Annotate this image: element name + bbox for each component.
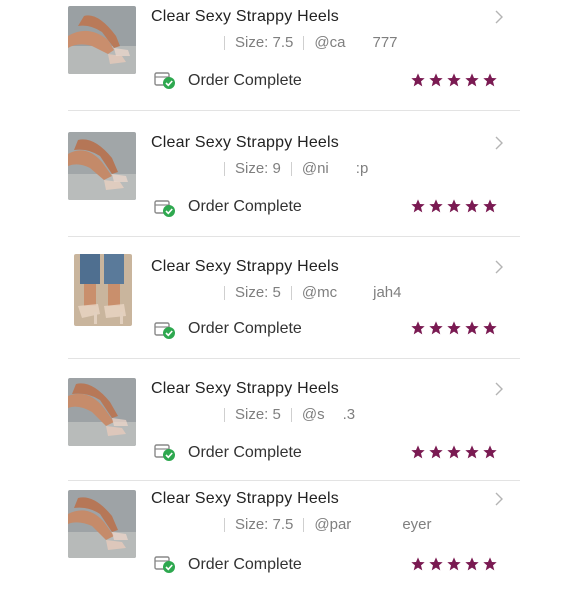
buyer-username: @mc jah4 bbox=[301, 284, 402, 301]
order-complete-icon bbox=[154, 556, 175, 573]
star-icon bbox=[465, 445, 479, 459]
item-title: Clear Sexy Strappy Heels bbox=[151, 8, 339, 25]
star-icon bbox=[465, 73, 479, 87]
star-icon bbox=[429, 321, 443, 335]
chevron-right-icon[interactable] bbox=[494, 382, 504, 396]
item-size: Size: 7.5 bbox=[235, 34, 294, 51]
left-margin bbox=[0, 0, 48, 580]
order-row[interactable]: Clear Sexy Strappy Heels Size: 7.5 @par e… bbox=[48, 484, 532, 604]
meta-separator bbox=[224, 162, 225, 177]
star-icon bbox=[447, 199, 461, 213]
star-icon bbox=[429, 73, 443, 87]
star-icon bbox=[411, 445, 425, 459]
item-meta: Size: 7.5 @par eyer bbox=[214, 516, 432, 533]
order-complete-icon bbox=[154, 200, 175, 217]
right-margin bbox=[532, 0, 580, 580]
buyer-username: @ca 777 bbox=[314, 34, 398, 51]
item-size: Size: 5 bbox=[235, 284, 281, 301]
meta-separator bbox=[303, 518, 305, 533]
star-icon bbox=[447, 73, 461, 87]
star-icon bbox=[411, 321, 425, 335]
meta-separator bbox=[224, 518, 225, 533]
star-icon bbox=[465, 321, 479, 335]
buyer-username: @s .3 bbox=[301, 406, 356, 423]
order-row[interactable]: Clear Sexy Strappy Heels Size: 9 @ni :p O… bbox=[48, 126, 532, 246]
rating-stars bbox=[410, 556, 498, 574]
order-status: Order Complete bbox=[188, 198, 302, 215]
item-size: Size: 5 bbox=[235, 406, 281, 423]
star-icon bbox=[411, 557, 425, 571]
row-divider bbox=[68, 358, 520, 359]
chevron-right-icon[interactable] bbox=[494, 260, 504, 274]
heels-photo-icon[interactable] bbox=[68, 378, 136, 446]
row-divider bbox=[68, 110, 520, 111]
chevron-right-icon[interactable] bbox=[494, 492, 504, 506]
item-title: Clear Sexy Strappy Heels bbox=[151, 258, 339, 275]
item-meta: Size: 5 @s .3 bbox=[214, 406, 355, 423]
star-icon bbox=[429, 445, 443, 459]
star-icon bbox=[429, 199, 443, 213]
meta-separator bbox=[290, 286, 292, 301]
star-icon bbox=[447, 557, 461, 571]
star-icon bbox=[483, 73, 497, 87]
chevron-right-icon[interactable] bbox=[494, 10, 504, 24]
order-row[interactable]: Clear Sexy Strappy Heels Size: 5 @mc jah4… bbox=[48, 250, 532, 370]
row-divider bbox=[68, 236, 520, 237]
meta-separator bbox=[224, 286, 225, 301]
order-row[interactable]: Clear Sexy Strappy Heels Size: 5 @s .3 Or… bbox=[48, 372, 532, 492]
order-status: Order Complete bbox=[188, 444, 302, 461]
heels-photo-icon[interactable] bbox=[74, 254, 132, 326]
heels-photo-icon[interactable] bbox=[68, 6, 136, 74]
buyer-username: @par eyer bbox=[314, 516, 432, 533]
star-icon bbox=[429, 557, 443, 571]
star-icon bbox=[465, 557, 479, 571]
star-icon bbox=[447, 321, 461, 335]
star-icon bbox=[447, 445, 461, 459]
rating-stars bbox=[410, 444, 498, 462]
order-complete-icon bbox=[154, 72, 175, 89]
chevron-right-icon[interactable] bbox=[494, 136, 504, 150]
meta-separator bbox=[290, 162, 292, 177]
item-meta: Size: 7.5 @ca 777 bbox=[214, 34, 398, 51]
order-row[interactable]: Clear Sexy Strappy Heels Size: 7.5 @ca 77… bbox=[48, 0, 532, 120]
item-title: Clear Sexy Strappy Heels bbox=[151, 134, 339, 151]
item-meta: Size: 5 @mc jah4 bbox=[214, 284, 401, 301]
buyer-username: @ni :p bbox=[301, 160, 369, 177]
heels-photo-icon[interactable] bbox=[68, 490, 136, 558]
star-icon bbox=[411, 199, 425, 213]
star-icon bbox=[465, 199, 479, 213]
rating-stars bbox=[410, 320, 498, 338]
item-title: Clear Sexy Strappy Heels bbox=[151, 490, 339, 507]
order-list: Clear Sexy Strappy Heels Size: 7.5 @ca 77… bbox=[48, 0, 532, 580]
item-size: Size: 9 bbox=[235, 160, 281, 177]
meta-separator bbox=[303, 36, 305, 51]
order-complete-icon bbox=[154, 322, 175, 339]
star-icon bbox=[411, 73, 425, 87]
item-size: Size: 7.5 bbox=[235, 516, 294, 533]
item-title: Clear Sexy Strappy Heels bbox=[151, 380, 339, 397]
order-status: Order Complete bbox=[188, 72, 302, 89]
meta-separator bbox=[224, 408, 225, 423]
row-divider bbox=[68, 480, 520, 481]
order-complete-icon bbox=[154, 444, 175, 461]
order-status: Order Complete bbox=[188, 320, 302, 337]
star-icon bbox=[483, 199, 497, 213]
heels-photo-icon[interactable] bbox=[68, 132, 136, 200]
star-icon bbox=[483, 445, 497, 459]
star-icon bbox=[483, 321, 497, 335]
meta-separator bbox=[224, 36, 225, 51]
rating-stars bbox=[410, 198, 498, 216]
star-icon bbox=[483, 557, 497, 571]
item-meta: Size: 9 @ni :p bbox=[214, 160, 368, 177]
order-status: Order Complete bbox=[188, 556, 302, 573]
meta-separator bbox=[290, 408, 292, 423]
rating-stars bbox=[410, 72, 498, 90]
